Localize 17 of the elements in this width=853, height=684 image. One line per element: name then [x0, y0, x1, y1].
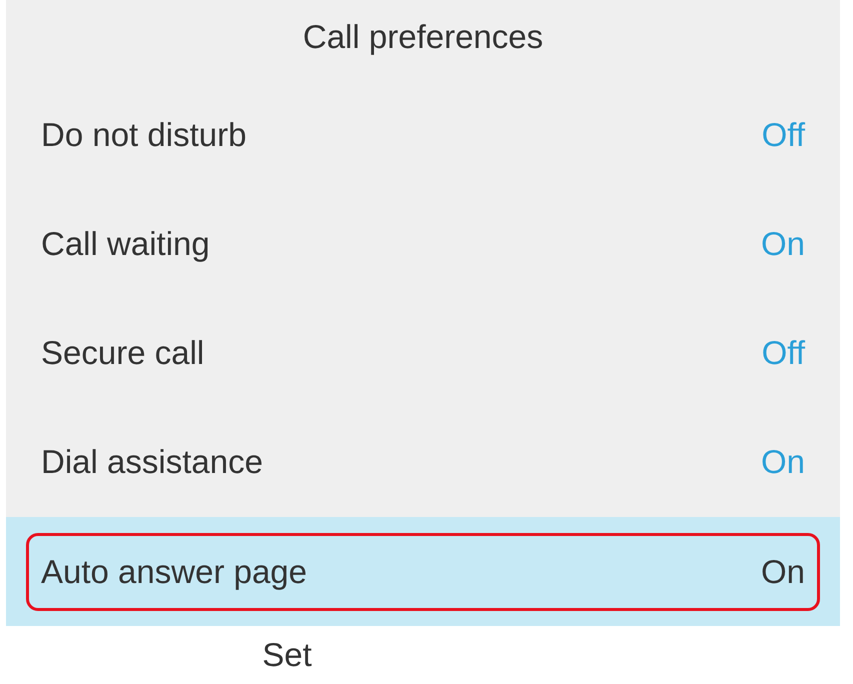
- preference-value: On: [760, 224, 805, 264]
- softkey-button[interactable]: Set: [0, 630, 574, 680]
- preference-row[interactable]: Secure call Off: [6, 298, 840, 407]
- preference-row[interactable]: Auto answer page On: [6, 517, 840, 626]
- preference-label: Dial assistance: [41, 442, 263, 482]
- screen-title: Call preferences: [302, 17, 544, 58]
- preference-label: Call waiting: [41, 224, 210, 264]
- preference-row[interactable]: Dial assistance On: [6, 407, 840, 516]
- preference-label: Do not disturb: [41, 114, 246, 155]
- preference-value: Off: [762, 114, 805, 155]
- preference-value: Off: [762, 332, 805, 373]
- preference-row[interactable]: Do not disturb Off: [6, 80, 840, 189]
- preference-label: Secure call: [41, 332, 204, 373]
- preference-value: On: [760, 442, 805, 482]
- preference-value: On: [760, 552, 805, 592]
- preference-row[interactable]: Call waiting On: [6, 189, 840, 298]
- preference-label: Auto answer page: [41, 552, 308, 592]
